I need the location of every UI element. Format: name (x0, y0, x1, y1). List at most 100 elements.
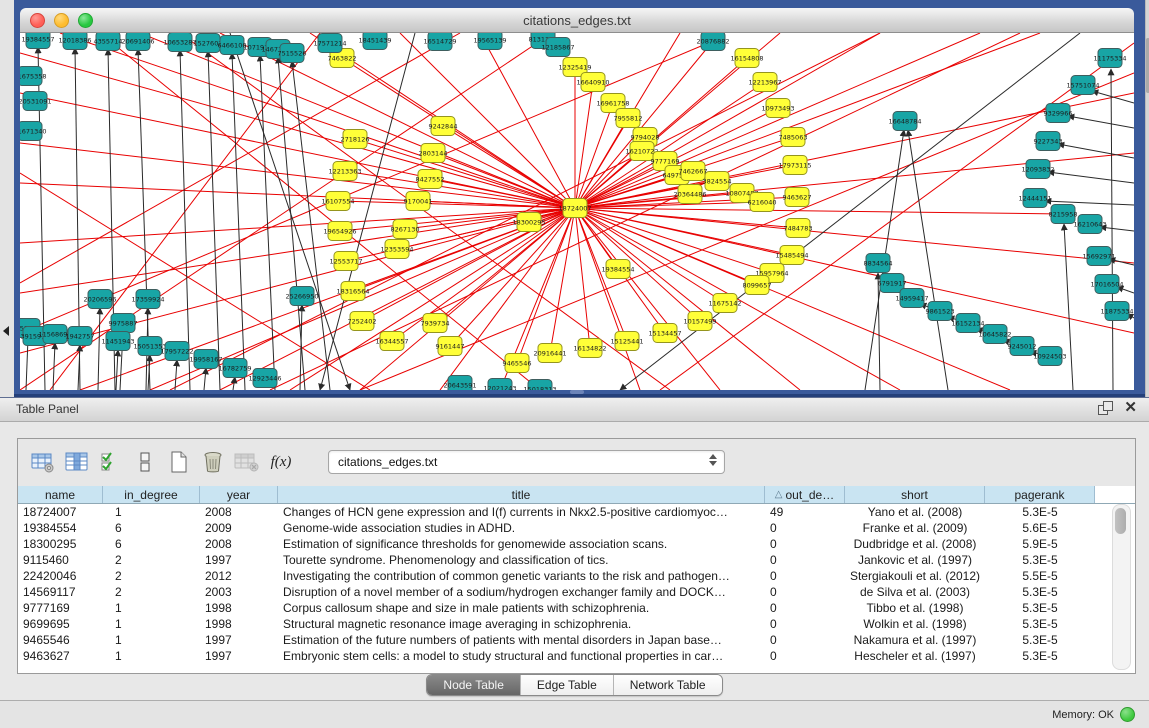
column-header-pagerank[interactable]: pagerank (985, 486, 1095, 503)
cell-pagerank[interactable]: 5.3E-5 (985, 552, 1095, 568)
cell-name[interactable]: 9777169 (18, 600, 103, 616)
cell-name[interactable]: 9465546 (18, 632, 103, 648)
cell-year[interactable]: 1998 (200, 616, 278, 632)
table-row[interactable]: 969969511998Structural magnetic resonanc… (18, 616, 1135, 632)
cell-in_degree[interactable]: 2 (103, 552, 200, 568)
table-scrollbar[interactable] (1112, 504, 1131, 670)
close-panel-icon[interactable]: ✕ (1124, 401, 1137, 415)
tab-node-table[interactable]: Node Table (427, 675, 521, 695)
memory-status-indicator[interactable] (1120, 707, 1135, 722)
cell-in_degree[interactable]: 6 (103, 536, 200, 552)
table-row[interactable]: 977716911998Corpus callosum shape and si… (18, 600, 1135, 616)
cell-in_degree[interactable]: 1 (103, 648, 200, 664)
minimize-window-button[interactable] (54, 13, 69, 28)
table-row[interactable]: 1830029562008Estimation of significance … (18, 536, 1135, 552)
tab-network-table[interactable]: Network Table (614, 675, 722, 695)
table-row[interactable]: 1872400712008Changes of HCN gene express… (18, 504, 1135, 520)
cell-name[interactable]: 14569117 (18, 584, 103, 600)
column-header-title[interactable]: title (278, 486, 765, 503)
cell-year[interactable]: 2012 (200, 568, 278, 584)
cell-out_degree[interactable]: 0 (765, 616, 845, 632)
cell-pagerank[interactable]: 5.9E-5 (985, 536, 1095, 552)
cell-in_degree[interactable]: 2 (103, 584, 200, 600)
cell-in_degree[interactable]: 6 (103, 520, 200, 536)
table-row[interactable]: 946362711997Embryonic stem cells: a mode… (18, 648, 1135, 664)
cell-title[interactable]: Structural magnetic resonance image aver… (278, 616, 765, 632)
cell-out_degree[interactable]: 0 (765, 568, 845, 584)
cell-short[interactable]: Wolkin et al. (1998) (845, 616, 985, 632)
function-builder-button[interactable]: f(x) (266, 448, 296, 476)
cell-title[interactable]: Investigating the contribution of common… (278, 568, 765, 584)
cell-pagerank[interactable]: 5.3E-5 (985, 632, 1095, 648)
cell-pagerank[interactable]: 5.3E-5 (985, 616, 1095, 632)
cell-name[interactable]: 9115460 (18, 552, 103, 568)
table-row[interactable]: 1456911722003Disruption of a novel membe… (18, 584, 1135, 600)
cell-short[interactable]: Franke et al. (2009) (845, 520, 985, 536)
cell-short[interactable]: Dudbridge et al. (2008) (845, 536, 985, 552)
cell-in_degree[interactable]: 1 (103, 600, 200, 616)
column-header-year[interactable]: year (200, 486, 278, 503)
cell-out_degree[interactable]: 0 (765, 552, 845, 568)
column-header-out_degree[interactable]: △out_de… (765, 486, 845, 503)
tab-edge-table[interactable]: Edge Table (521, 675, 614, 695)
float-window-icon[interactable] (1098, 401, 1112, 415)
table-row[interactable]: 1938455462009Genome-wide association stu… (18, 520, 1135, 536)
table-selector-dropdown[interactable]: citations_edges.txt (328, 450, 725, 474)
cell-short[interactable]: Nakamura et al. (1997) (845, 632, 985, 648)
cell-out_degree[interactable]: 0 (765, 536, 845, 552)
cell-short[interactable]: Jankovic et al. (1997) (845, 552, 985, 568)
cell-year[interactable]: 2003 (200, 584, 278, 600)
cell-short[interactable]: Stergiakouli et al. (2012) (845, 568, 985, 584)
cell-in_degree[interactable]: 2 (103, 568, 200, 584)
cell-out_degree[interactable]: 0 (765, 584, 845, 600)
close-window-button[interactable] (30, 13, 45, 28)
network-canvas[interactable]: 2718126122133631610755419654926125537171… (20, 33, 1134, 390)
cell-in_degree[interactable]: 1 (103, 632, 200, 648)
column-header-name[interactable]: name (18, 486, 103, 503)
cell-year[interactable]: 1998 (200, 600, 278, 616)
cell-name[interactable]: 9463627 (18, 648, 103, 664)
cell-title[interactable]: Corpus callosum shape and size in male p… (278, 600, 765, 616)
row-height-button[interactable] (130, 448, 160, 476)
select-columns-button[interactable] (96, 448, 126, 476)
cell-title[interactable]: Changes of HCN gene expression and I(f) … (278, 504, 765, 520)
cell-name[interactable]: 22420046 (18, 568, 103, 584)
cell-name[interactable]: 18724007 (18, 504, 103, 520)
cell-title[interactable]: Genome-wide association studies in ADHD. (278, 520, 765, 536)
table-scrollbar-thumb[interactable] (1115, 508, 1126, 534)
outer-scrollbar[interactable] (1145, 0, 1149, 397)
cell-name[interactable]: 9699695 (18, 616, 103, 632)
window-titlebar[interactable]: citations_edges.txt (20, 8, 1134, 33)
cell-year[interactable]: 1997 (200, 552, 278, 568)
zoom-window-button[interactable] (78, 13, 93, 28)
cell-year[interactable]: 2009 (200, 520, 278, 536)
cell-out_degree[interactable]: 0 (765, 520, 845, 536)
table-row[interactable]: 946554611997Estimation of the future num… (18, 632, 1135, 648)
table-row[interactable]: 2242004622012Investigating the contribut… (18, 568, 1135, 584)
cell-out_degree[interactable]: 0 (765, 632, 845, 648)
table-settings-button[interactable] (28, 448, 58, 476)
cell-name[interactable]: 19384554 (18, 520, 103, 536)
cell-out_degree[interactable]: 0 (765, 600, 845, 616)
cell-pagerank[interactable]: 5.3E-5 (985, 504, 1095, 520)
panel-collapse-icon[interactable] (3, 326, 9, 336)
cell-short[interactable]: Tibbo et al. (1998) (845, 600, 985, 616)
column-header-in_degree[interactable]: in_degree (103, 486, 200, 503)
splitter-handle[interactable] (570, 390, 584, 394)
cell-title[interactable]: Embryonic stem cells: a model to study s… (278, 648, 765, 664)
cell-title[interactable]: Disruption of a novel member of a sodium… (278, 584, 765, 600)
cell-year[interactable]: 2008 (200, 536, 278, 552)
cell-pagerank[interactable]: 5.6E-5 (985, 520, 1095, 536)
table-row[interactable]: 911546021997Tourette syndrome. Phenomeno… (18, 552, 1135, 568)
cell-out_degree[interactable]: 49 (765, 504, 845, 520)
cell-short[interactable]: Yano et al. (2008) (845, 504, 985, 520)
create-column-button[interactable] (164, 448, 194, 476)
cell-name[interactable]: 18300295 (18, 536, 103, 552)
cell-in_degree[interactable]: 1 (103, 616, 200, 632)
cell-pagerank[interactable]: 5.3E-5 (985, 584, 1095, 600)
cell-title[interactable]: Tourette syndrome. Phenomenology and cla… (278, 552, 765, 568)
cell-pagerank[interactable]: 5.5E-5 (985, 568, 1095, 584)
cell-short[interactable]: Hescheler et al. (1997) (845, 648, 985, 664)
cell-out_degree[interactable]: 0 (765, 648, 845, 664)
cell-title[interactable]: Estimation of significance thresholds fo… (278, 536, 765, 552)
